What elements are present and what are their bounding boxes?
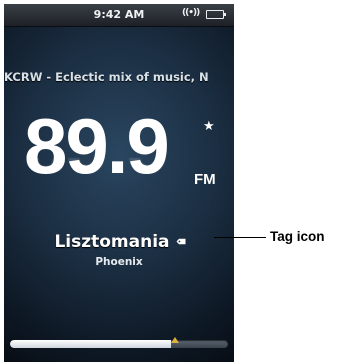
tuner-thumb[interactable] [171, 337, 179, 343]
artist-name: Phoenix [95, 256, 143, 268]
battery-full-icon [206, 10, 226, 19]
radio-screen: 9:42 AM ((•)) KCRW - Eclectic mix of mus… [4, 4, 234, 362]
callout-label: Tag icon [270, 229, 325, 244]
tag-icon[interactable] [176, 230, 186, 250]
tuner-fill [10, 340, 171, 348]
song-title: Lisztomania [54, 232, 170, 252]
band-label: FM [194, 171, 216, 188]
status-bar: 9:42 AM ((•)) [4, 4, 234, 27]
broadcast-icon: ((•)) [182, 8, 200, 18]
callout-line [214, 237, 266, 238]
station-description: KCRW - Eclectic mix of music, N [4, 70, 209, 84]
tuner-slider[interactable] [10, 340, 228, 348]
frequency-display: 89.9 [24, 102, 170, 190]
song-title-row: Lisztomania [4, 232, 234, 252]
status-time: 9:42 AM [93, 8, 145, 21]
star-icon[interactable]: ★ [203, 120, 215, 133]
